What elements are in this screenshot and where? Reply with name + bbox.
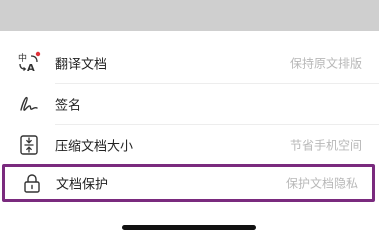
translate-icon: 中 A	[17, 51, 41, 75]
menu-item-signature[interactable]: 签名	[0, 83, 379, 124]
menu-item-hint: 保持原文排版	[289, 56, 362, 70]
menu-item-label: 翻译文档	[55, 57, 108, 72]
action-sheet: 中 A 翻译文档 保持原文排版 签名 压缩文档大小 节省手机空间 文档保护 保护…	[0, 31, 379, 244]
dimmed-backdrop[interactable]	[0, 0, 379, 31]
lock-icon	[20, 171, 44, 195]
notification-dot	[35, 51, 41, 56]
home-indicator[interactable]	[122, 225, 256, 230]
menu-item-compress[interactable]: 压缩文档大小 节省手机空间	[0, 124, 379, 165]
menu-item-label: 文档保护	[56, 177, 109, 193]
menu-item-document-protection[interactable]: 文档保护 保护文档隐私	[2, 164, 375, 202]
menu-item-label: 签名	[55, 98, 82, 113]
signature-icon	[17, 92, 41, 116]
compress-icon	[17, 133, 41, 157]
menu-item-translate[interactable]: 中 A 翻译文档 保持原文排版	[0, 42, 379, 83]
menu-item-hint: 节省手机空间	[289, 138, 362, 152]
svg-text:A: A	[27, 63, 35, 74]
svg-text:中: 中	[18, 52, 27, 64]
menu-item-hint: 保护文档隐私	[285, 176, 358, 191]
menu-item-label: 压缩文档大小	[55, 139, 134, 154]
